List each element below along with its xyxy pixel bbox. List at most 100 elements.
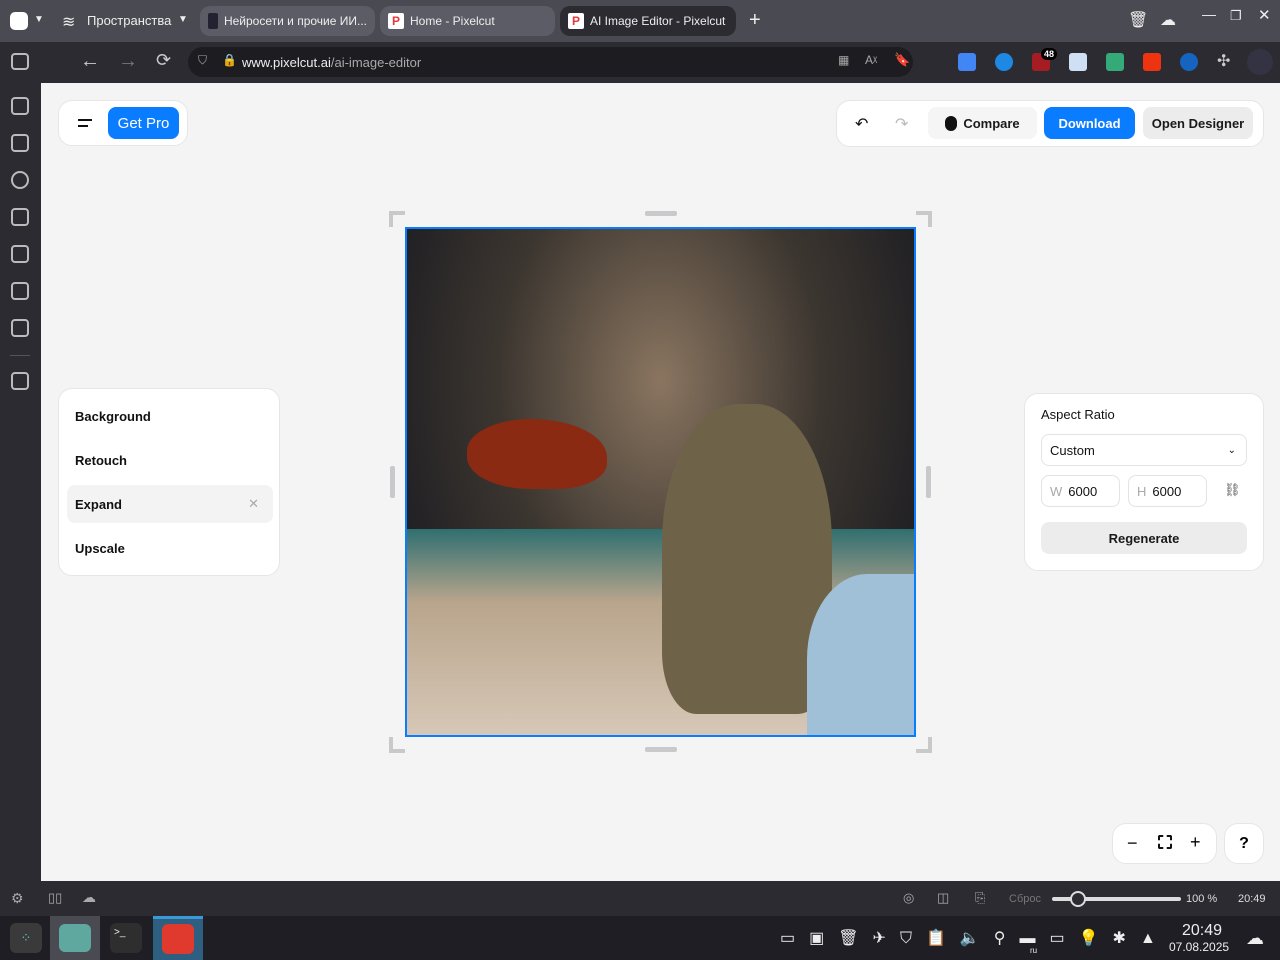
chevron-down-icon: ⌄ [1227,444,1236,456]
regenerate-button[interactable]: Regenerate [1041,522,1247,554]
taskbar-files[interactable] [50,916,100,960]
minimize-icon[interactable]: — [1202,6,1216,22]
tool-retouch[interactable]: Retouch [67,441,273,479]
vivaldi-menu-icon[interactable] [10,12,28,30]
taskbar-vivaldi[interactable] [153,916,203,960]
panel-toggle-icon[interactable] [11,53,29,70]
crop-bottom-handle[interactable] [645,747,677,752]
vpn-ext-icon[interactable] [1180,53,1198,71]
files-icon [59,924,91,952]
crop-corner-handle[interactable] [389,211,405,227]
edited-image[interactable] [405,227,916,737]
width-input[interactable]: W 6000 [1041,475,1120,507]
panel-title: Aspect Ratio [1041,407,1115,422]
browser-tab-bar: ▼ ≋ Пространства ▼ Нейросети и прочие ИИ… [0,0,1280,42]
vivaldi-icon [162,924,194,954]
history-panel-icon[interactable] [11,171,29,189]
download-button[interactable]: Download [1044,107,1135,139]
height-input[interactable]: H 6000 [1128,475,1207,507]
crop-corner-handle[interactable] [389,737,405,753]
system-tray-icons[interactable]: ▭▣🗑✈⛉📋🔈⚲▬▭💡✱▲ [780,928,1170,948]
redo-icon[interactable]: ↷ [895,114,908,134]
downloads-panel-icon[interactable] [11,134,29,152]
top-right-toolbar: ↶ ↷ Compare Download Open Designer [836,100,1264,147]
app-launcher-icon[interactable]: ⁘ [10,923,42,953]
qr-code-icon[interactable]: ▦ [838,53,849,67]
restore-icon[interactable]: ❐ [1230,8,1242,24]
compare-button[interactable]: Compare [928,107,1037,139]
profile-avatar[interactable] [1247,49,1273,75]
tool-upscale[interactable]: Upscale [67,529,273,567]
page-tiling-icon[interactable]: ◫ [937,890,949,906]
tool-expand[interactable]: Expand ✕ [67,485,273,523]
bookmark-icon[interactable]: 🔖 [894,52,910,68]
weather-icon[interactable]: ☁ [1246,928,1264,949]
download-ext-icon[interactable] [995,53,1013,71]
forward-icon[interactable]: → [118,50,138,73]
reading-list-icon[interactable] [11,319,29,337]
terminal-icon[interactable]: >_ [110,923,142,953]
menu-icon[interactable] [78,119,92,121]
settings-icon[interactable]: ⚙ [11,890,24,907]
url-field[interactable]: ⛉ 🔒 www.pixelcut.ai/ai-image-editor ▦ Aᵡ… [188,47,913,77]
sync-cloud-icon[interactable]: ☁ [1160,10,1176,30]
crop-right-handle[interactable] [926,466,931,498]
spaces-chevron-icon[interactable]: ▼ [178,14,188,25]
tab-neuro[interactable]: Нейросети и прочие ИИ... [200,6,375,36]
close-tool-icon[interactable]: ✕ [248,496,259,512]
open-designer-button[interactable]: Open Designer [1143,107,1253,139]
zoom-out-icon[interactable]: − [1127,833,1138,854]
youtube-ext-icon[interactable] [1143,53,1161,71]
reload-icon[interactable]: ⟳ [156,50,171,71]
spaces-button[interactable]: Пространства [87,13,171,28]
unlink-ratio-icon[interactable]: ⛓ [1224,482,1241,498]
close-icon[interactable]: ✕ [1258,6,1271,24]
google-translate-ext-icon[interactable] [958,53,976,71]
height-label: H [1137,483,1147,499]
select-value: Custom [1050,442,1095,458]
fit-screen-icon[interactable] [1158,835,1172,849]
bookmarks-panel-icon[interactable] [11,97,29,115]
compare-icon [945,115,958,131]
aspect-ratio-select[interactable]: Custom ⌄ [1041,434,1247,466]
back-icon[interactable]: ← [80,50,100,73]
mail-ext-icon[interactable] [1069,53,1087,71]
new-tab-icon[interactable]: + [749,9,761,32]
zoom-controls: − + [1112,823,1217,864]
tab-title: Home - Pixelcut [410,14,495,28]
zoom-reset-button[interactable]: Сброс [1009,893,1041,905]
crop-left-handle[interactable] [390,466,395,498]
crop-corner-handle[interactable] [916,737,932,753]
zoom-slider-thumb[interactable] [1069,891,1086,907]
undo-icon[interactable]: ↶ [855,114,868,134]
tool-background[interactable]: Background [67,397,273,435]
screenshot-icon[interactable]: ◎ [903,890,914,906]
keyboard-layout[interactable]: ru [1030,946,1037,955]
add-panel-icon[interactable] [11,372,29,390]
translate-icon[interactable]: Aᵡ [865,53,877,67]
get-pro-button[interactable]: Get Pro [108,107,179,139]
crop-corner-handle[interactable] [916,211,932,227]
adblock-badge: 48 [1041,48,1058,60]
trash-icon[interactable]: 🗑 [1128,10,1148,30]
notes-panel-icon[interactable] [11,208,29,226]
tiling-icon[interactable]: ▯▯ [48,890,62,906]
tab-title: Нейросети и прочие ИИ... [223,14,367,28]
tab-home-pixelcut[interactable]: P Home - Pixelcut [380,6,555,36]
stars-ext-icon[interactable] [1106,53,1124,71]
zoom-in-icon[interactable]: + [1190,832,1201,853]
taskbar-date[interactable]: 07.08.2025 [1169,940,1229,954]
translate-panel-icon[interactable] [11,245,29,263]
crop-top-handle[interactable] [645,211,677,216]
tab-favicon-icon [208,13,218,29]
menu-icon-line [78,125,88,127]
cloud-icon[interactable]: ☁ [82,889,96,906]
window-panel-icon[interactable] [11,282,29,300]
menu-chevron-icon[interactable]: ▼ [34,14,44,25]
compare-label: Compare [963,115,1020,131]
help-button[interactable]: ? [1224,823,1264,864]
taskbar-clock[interactable]: 20:49 [1182,922,1222,940]
page-actions-icon[interactable]: ⎘ [975,890,985,906]
tab-ai-image-editor[interactable]: P AI Image Editor - Pixelcut [560,6,736,36]
extensions-icon[interactable]: ✣ [1217,51,1230,71]
